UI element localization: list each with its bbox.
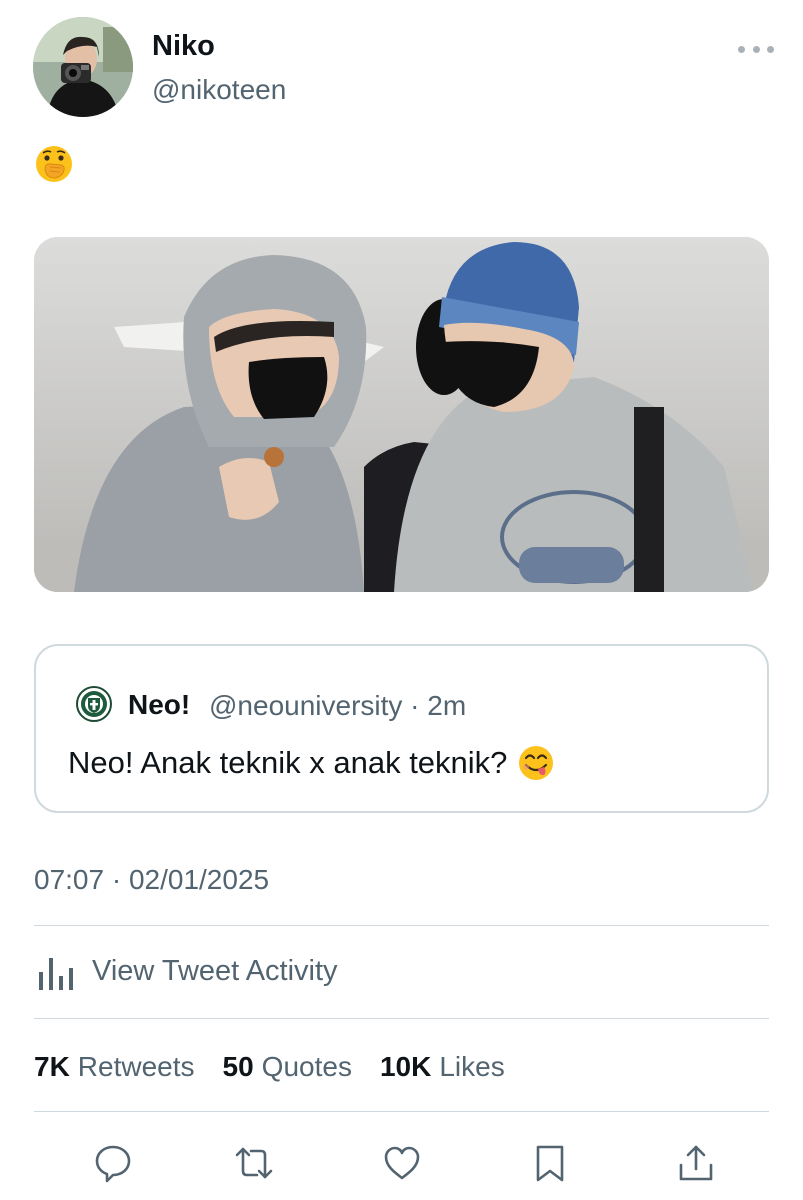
author-handle[interactable]: @nikoteen bbox=[152, 74, 286, 106]
bookmark-icon[interactable] bbox=[530, 1143, 570, 1183]
analytics-icon bbox=[39, 958, 73, 990]
likes-label: Likes bbox=[439, 1051, 505, 1082]
face-savoring-food-emoji bbox=[519, 746, 554, 780]
engagement-stats: 7K Retweets 50 Quotes 10K Likes bbox=[34, 1051, 505, 1083]
view-tweet-activity-button[interactable]: View Tweet Activity bbox=[38, 950, 338, 992]
quoted-author-name[interactable]: Neo! bbox=[128, 689, 190, 721]
tweet-photo[interactable] bbox=[34, 237, 769, 592]
author-name[interactable]: Niko bbox=[152, 30, 215, 63]
face-with-hand-over-mouth-emoji bbox=[33, 143, 75, 185]
quoted-author-meta: @neouniversity · 2m bbox=[209, 690, 466, 722]
likes-stat[interactable]: 10K Likes bbox=[380, 1051, 505, 1083]
neo-university-logo bbox=[76, 686, 112, 722]
tweet-detail: Niko @nikoteen Neo! @neouniversity · 2m … bbox=[0, 0, 803, 1200]
retweets-stat[interactable]: 7K Retweets bbox=[34, 1051, 195, 1083]
quoted-tweet-time: 2m bbox=[427, 690, 467, 721]
action-bar bbox=[0, 1143, 803, 1185]
view-tweet-activity-label: View Tweet Activity bbox=[92, 954, 338, 987]
quoted-tweet-text: Neo! Anak teknik x anak teknik? bbox=[68, 744, 555, 782]
quotes-count: 50 bbox=[222, 1051, 254, 1082]
likes-count: 10K bbox=[379, 1051, 432, 1082]
share-icon[interactable] bbox=[676, 1143, 716, 1183]
retweets-count: 7K bbox=[34, 1051, 70, 1082]
more-options-icon[interactable] bbox=[738, 38, 774, 60]
quoted-tweet-text-content: Neo! Anak teknik x anak teknik? bbox=[68, 745, 508, 780]
reply-icon[interactable] bbox=[93, 1143, 133, 1183]
retweets-label: Retweets bbox=[77, 1051, 195, 1082]
divider bbox=[34, 925, 769, 926]
divider bbox=[34, 1018, 769, 1019]
quotes-label: Quotes bbox=[261, 1051, 352, 1082]
tweet-timestamp: 07:07 · 02/01/2025 bbox=[34, 864, 270, 895]
meta-separator: · bbox=[402, 690, 428, 721]
quotes-stat[interactable]: 50 Quotes bbox=[223, 1051, 352, 1083]
author-avatar[interactable] bbox=[33, 17, 133, 117]
divider bbox=[34, 1111, 769, 1112]
retweet-icon[interactable] bbox=[234, 1143, 274, 1183]
like-icon[interactable] bbox=[382, 1143, 422, 1183]
quoted-tweet[interactable]: Neo! @neouniversity · 2m Neo! Anak tekni… bbox=[34, 644, 769, 813]
quoted-author-handle[interactable]: @neouniversity bbox=[209, 690, 402, 721]
